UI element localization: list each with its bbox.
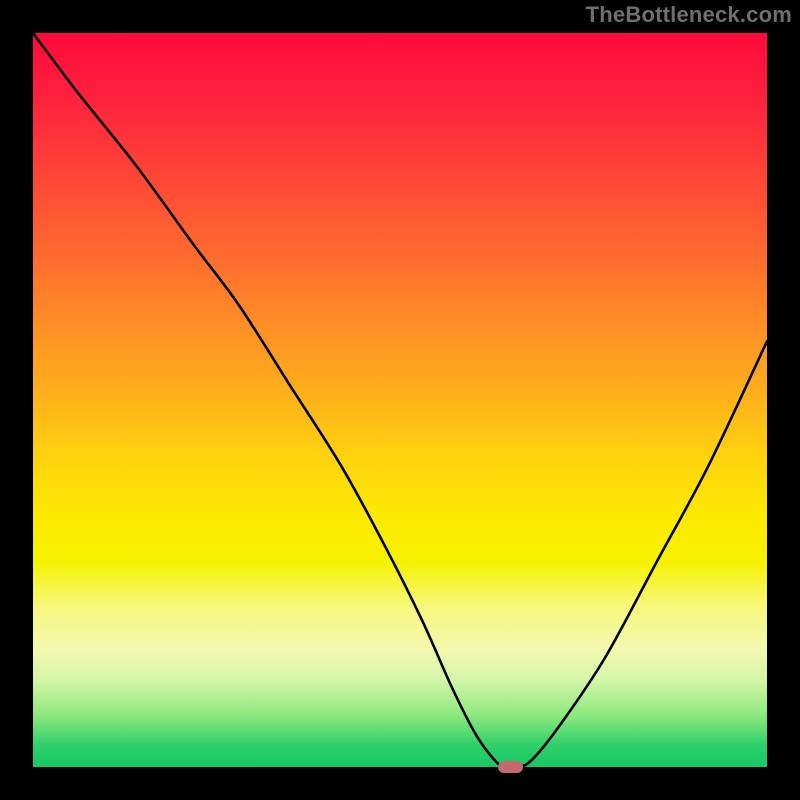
- bottleneck-curve: [33, 33, 767, 767]
- watermark-text: TheBottleneck.com: [586, 2, 792, 28]
- optimum-marker: [498, 761, 523, 773]
- chart-plot-area: [33, 33, 767, 767]
